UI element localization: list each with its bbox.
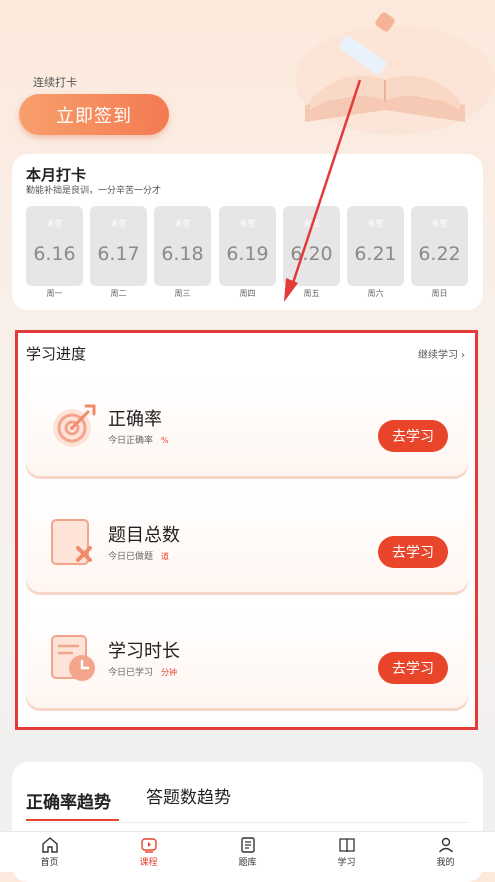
day-status: 未签 — [46, 219, 63, 228]
nav-item-course[interactable]: 课程 — [99, 832, 198, 872]
day-status: 未签 — [110, 219, 127, 228]
question-sheet-icon — [51, 519, 92, 565]
day-date: 6.20 — [290, 243, 333, 265]
continue-study-link[interactable]: 继续学习 › — [418, 346, 465, 361]
clock-icon — [51, 635, 95, 681]
streak-label: 连续打卡 — [33, 76, 77, 89]
question-total-subtitle: 今日已做题道 — [108, 549, 169, 562]
nav-item-question-bank[interactable]: 题库 — [198, 832, 297, 872]
accuracy-sub-label: 今日正确率 — [108, 436, 154, 446]
book-icon — [338, 838, 355, 853]
document-icon — [240, 837, 255, 853]
day-week: 周四 — [239, 289, 256, 298]
nav-label: 学习 — [337, 858, 356, 868]
question-total-unit: 道 — [161, 552, 170, 561]
day-status: 未签 — [303, 219, 320, 228]
day-week: 周五 — [303, 289, 320, 298]
day-date: 6.21 — [354, 243, 397, 265]
day-date: 6.16 — [33, 243, 76, 265]
day-week: 周日 — [431, 289, 448, 298]
active-tab-underline — [26, 819, 119, 821]
nav-item-study[interactable]: 学习 — [297, 832, 396, 872]
month-checkin-card: 本月打卡 勤能补拙是良训，一分辛苦一分才 未签 6.16 周一 未签 6.17 … — [12, 154, 483, 310]
day-week: 周三 — [174, 289, 191, 298]
day-box-1[interactable]: 未签 6.17 — [90, 206, 147, 286]
progress-title: 学习进度 — [26, 345, 87, 363]
day-week: 周六 — [367, 289, 384, 298]
day-box-2[interactable]: 未签 6.18 — [154, 206, 211, 286]
accuracy-title: 正确率 — [108, 409, 162, 430]
play-icon — [140, 838, 157, 853]
study-time-unit: 分钟 — [161, 668, 178, 677]
tab-answer-count-trend[interactable]: 答题数趋势 — [146, 783, 231, 808]
nav-label: 我的 — [436, 858, 455, 868]
study-time-title: 学习时长 — [108, 641, 180, 662]
month-subtitle: 勤能补拙是良训，一分辛苦一分才 — [26, 186, 162, 196]
book-illustration — [295, 12, 495, 135]
day-date: 6.18 — [161, 243, 204, 265]
target-icon — [53, 404, 96, 447]
day-date: 6.22 — [418, 243, 461, 265]
accuracy-go-study-button[interactable]: 去学习 — [378, 420, 448, 452]
accuracy-subtitle: 今日正确率% — [108, 433, 169, 446]
home-icon — [41, 837, 58, 853]
day-date: 6.17 — [97, 243, 140, 265]
day-box-6[interactable]: 未签 6.22 — [411, 206, 468, 286]
day-week: 周二 — [110, 289, 127, 298]
day-box-3[interactable]: 未签 6.19 — [219, 206, 276, 286]
day-box-0[interactable]: 未签 6.16 — [26, 206, 83, 286]
checkin-button[interactable]: 立即签到 — [19, 94, 169, 135]
study-time-sub-label: 今日已学习 — [108, 668, 154, 678]
accuracy-unit: % — [161, 436, 169, 445]
user-icon — [438, 837, 453, 853]
question-total-card[interactable]: 题目总数 今日已做题道 去学习 — [26, 496, 468, 592]
nav-label: 首页 — [40, 858, 59, 868]
nav-label: 课程 — [139, 858, 158, 868]
month-title: 本月打卡 — [26, 166, 87, 184]
day-status: 未签 — [431, 219, 448, 228]
study-time-go-study-button[interactable]: 去学习 — [378, 652, 448, 684]
day-box-4[interactable]: 未签 6.20 — [283, 206, 340, 286]
day-date: 6.19 — [226, 243, 269, 265]
nav-item-mine[interactable]: 我的 — [396, 832, 495, 872]
day-status: 未签 — [367, 219, 384, 228]
day-status: 未签 — [174, 219, 191, 228]
trend-divider — [26, 822, 469, 823]
question-total-title: 题目总数 — [108, 525, 180, 546]
study-time-subtitle: 今日已学习 分钟 — [108, 665, 177, 678]
question-total-sub-label: 今日已做题 — [108, 552, 154, 562]
nav-item-home[interactable]: 首页 — [0, 832, 99, 872]
day-status: 未签 — [239, 219, 256, 228]
day-box-5[interactable]: 未签 6.21 — [347, 206, 404, 286]
nav-label: 题库 — [238, 858, 257, 868]
bottom-nav: 首页 课程 题库 学习 我的 — [0, 831, 495, 872]
accuracy-card[interactable]: 正确率 今日正确率% 去学习 — [26, 380, 468, 476]
study-time-card[interactable]: 学习时长 今日已学习 分钟 去学习 — [26, 612, 468, 708]
tab-accuracy-trend[interactable]: 正确率趋势 — [26, 788, 111, 813]
day-week: 周一 — [46, 289, 63, 298]
question-total-go-study-button[interactable]: 去学习 — [378, 536, 448, 568]
